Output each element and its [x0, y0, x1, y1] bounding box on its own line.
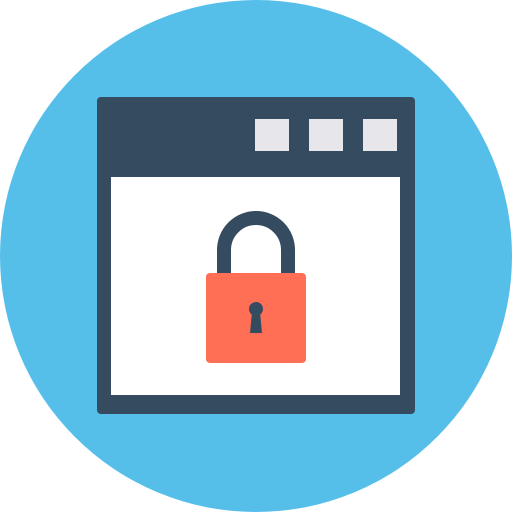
window-button-icon	[363, 119, 397, 151]
window-button-icon	[255, 119, 289, 151]
window-button-icon	[309, 119, 343, 151]
window-content-area	[111, 177, 400, 395]
browser-lock-icon	[0, 0, 512, 512]
window-titlebar	[97, 97, 415, 175]
browser-window	[97, 97, 415, 414]
